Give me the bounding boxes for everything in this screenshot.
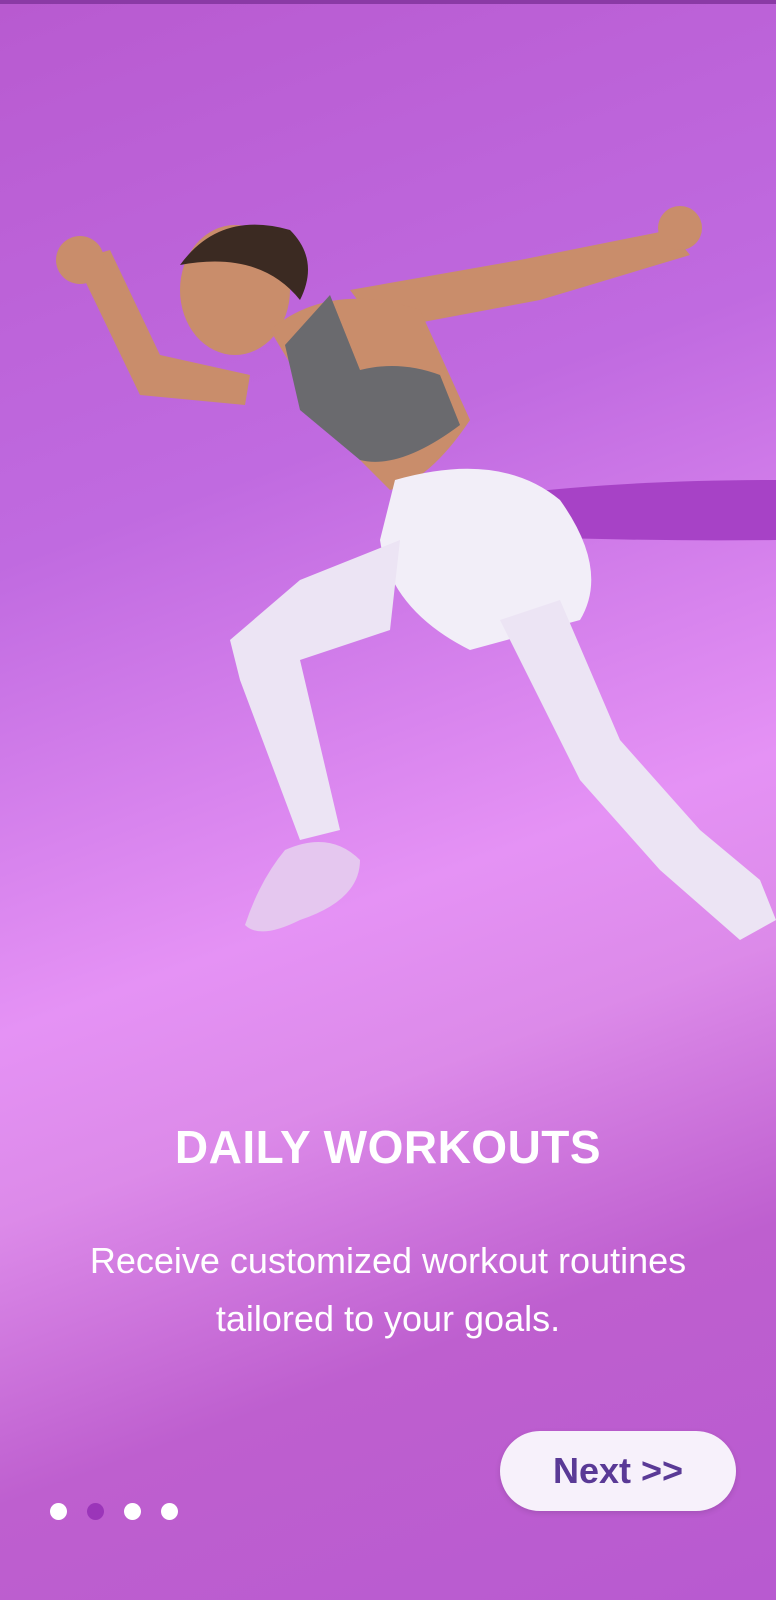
athlete-front-leg [500,600,776,940]
athlete-back-leg [230,540,400,840]
onboarding-title: DAILY WORKOUTS [174,1121,602,1173]
hero-athlete-image [56,206,776,940]
page-indicator [50,1503,178,1520]
athlete-back-shoe [245,842,360,932]
next-button[interactable]: Next >> [500,1431,736,1511]
page-dot-3[interactable] [124,1503,141,1520]
onboarding-screen: DAILY WORKOUTS Receive customized workou… [0,0,776,1600]
page-dot-4[interactable] [161,1503,178,1520]
page-dot-2-active[interactable] [87,1503,104,1520]
status-bar-strip [0,0,776,4]
page-dot-1[interactable] [50,1503,67,1520]
onboarding-subtitle: Receive customized workout routines tail… [89,1240,687,1339]
